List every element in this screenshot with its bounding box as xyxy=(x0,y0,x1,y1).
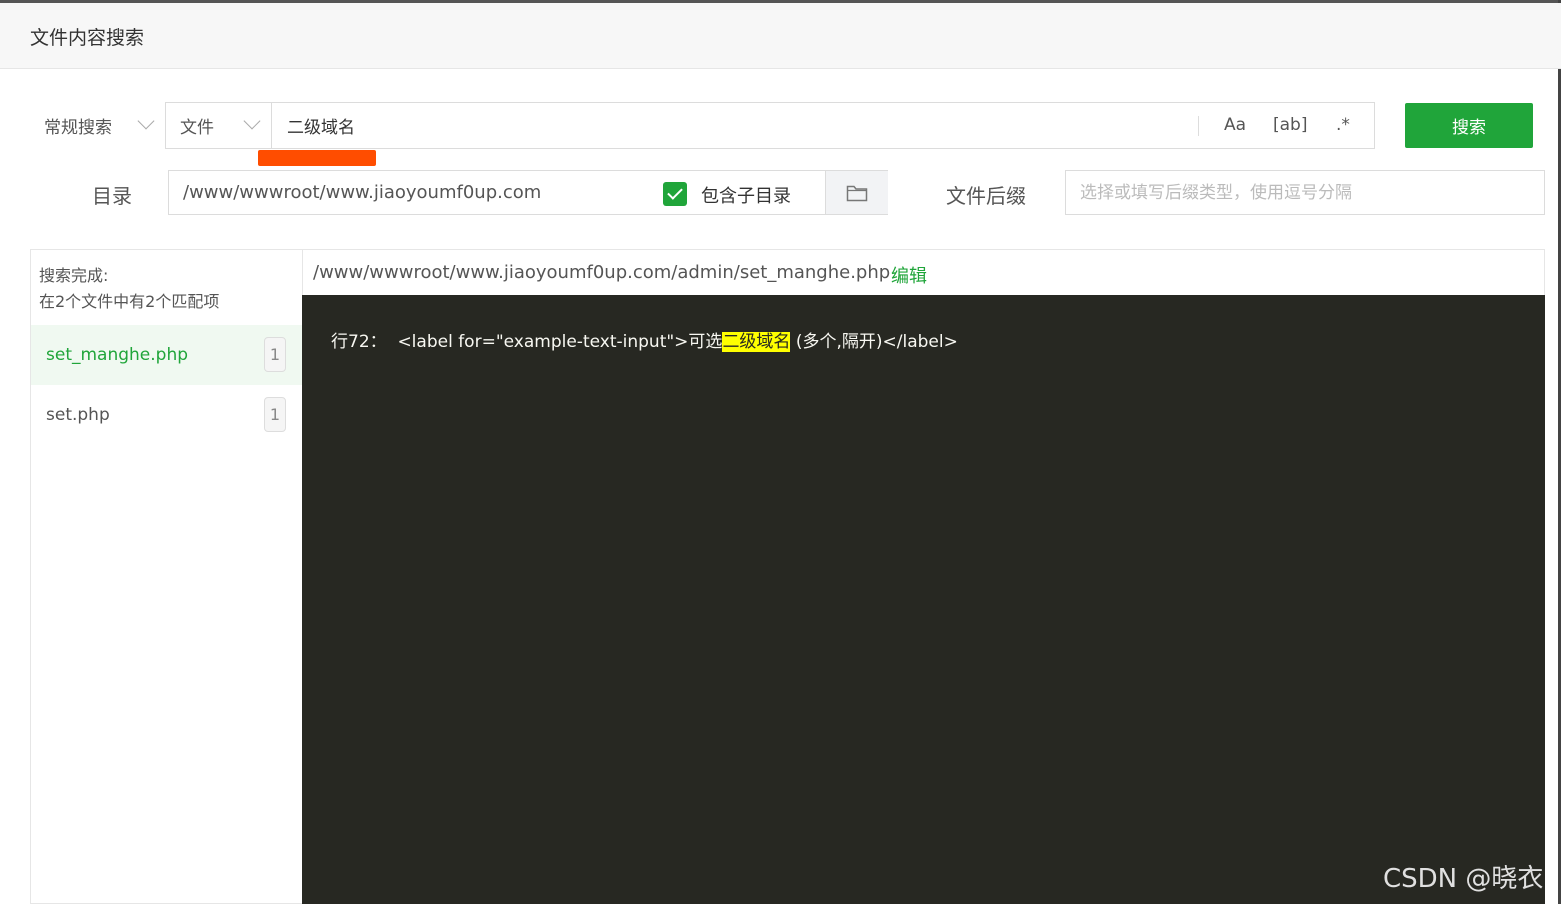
search-mode-label: 常规搜索 xyxy=(44,118,112,138)
edit-link[interactable]: 编辑 xyxy=(891,262,927,288)
code-line-suffix: (多个,隔开)</label> xyxy=(790,332,958,352)
dialog-header: 文件内容搜索 xyxy=(0,3,1561,69)
watermark: CSDN @晓衣 xyxy=(1383,864,1544,894)
file-suffix-input[interactable] xyxy=(1065,170,1545,215)
code-match-highlight: 二级域名 xyxy=(722,332,791,352)
divider xyxy=(1198,116,1199,136)
preview-path-bar: /www/wwwroot/www.jiaoyoumf0up.com/admin/… xyxy=(302,249,1545,295)
match-case-toggle[interactable]: Aa xyxy=(1224,115,1246,135)
result-file-name: set.php xyxy=(46,405,110,425)
search-scope-select[interactable]: 文件 xyxy=(166,103,272,148)
search-button[interactable]: 搜索 xyxy=(1405,103,1533,148)
chevron-down-icon xyxy=(243,112,261,130)
search-status: 搜索完成: xyxy=(39,266,109,285)
search-scope-label: 文件 xyxy=(180,118,214,138)
dialog-title: 文件内容搜索 xyxy=(30,27,145,49)
directory-box: 包含子目录 xyxy=(168,170,888,215)
result-file-item[interactable]: set_manghe.php 1 xyxy=(31,325,302,385)
code-line-prefix: 行72： <label for="example-text-input">可选 xyxy=(331,332,723,352)
result-file-item[interactable]: set.php 1 xyxy=(31,385,302,445)
search-mode-select[interactable]: 常规搜索 xyxy=(30,103,160,148)
regex-toggle[interactable]: .* xyxy=(1336,115,1350,135)
code-preview-panel: 行72： <label for="example-text-input">可选二… xyxy=(302,295,1545,904)
chevron-down-icon xyxy=(137,112,155,130)
file-suffix-label: 文件后缀 xyxy=(946,184,1026,208)
directory-input[interactable] xyxy=(169,171,649,214)
directory-label: 目录 xyxy=(92,184,132,208)
include-subdirs-label: 包含子目录 xyxy=(701,186,791,207)
search-input[interactable] xyxy=(273,103,1193,148)
whole-word-toggle[interactable]: [ab] xyxy=(1273,115,1307,135)
result-file-name: set_manghe.php xyxy=(46,345,189,365)
browse-folder-button[interactable] xyxy=(825,171,888,214)
search-box: 文件 Aa [ab] .* xyxy=(165,102,1375,149)
match-count-badge: 1 xyxy=(264,397,286,432)
preview-file-path: /www/wwwroot/www.jiaoyoumf0up.com/admin/… xyxy=(313,262,891,283)
match-count-badge: 1 xyxy=(264,337,286,372)
folder-icon xyxy=(846,185,868,201)
code-match-line: 行72： <label for="example-text-input">可选二… xyxy=(331,327,958,352)
search-summary: 在2个文件中有2个匹配项 xyxy=(39,292,220,311)
annotation-underline xyxy=(258,150,376,166)
results-sidebar: 搜索完成: 在2个文件中有2个匹配项 set_manghe.php 1 set.… xyxy=(30,249,302,904)
include-subdirs-checkbox[interactable] xyxy=(663,182,687,206)
